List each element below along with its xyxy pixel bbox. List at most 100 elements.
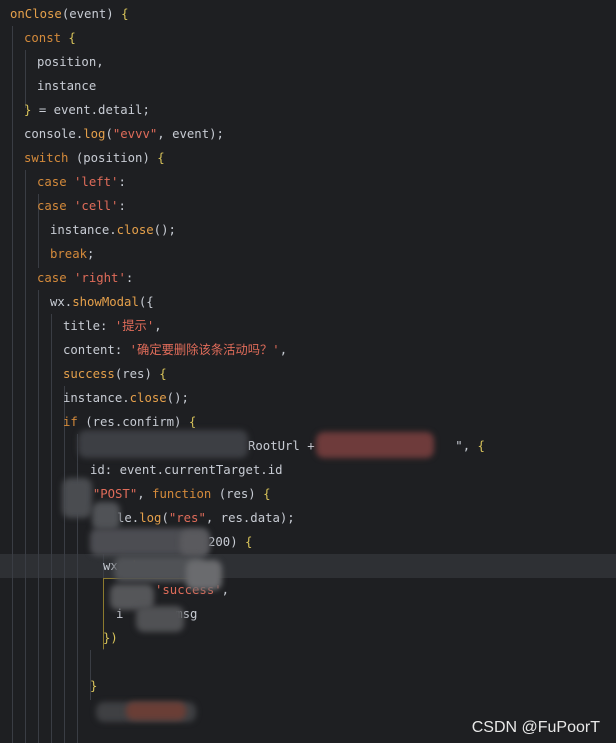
code-token: "POST" (92, 487, 138, 501)
code-line: instance.close(); (0, 218, 616, 242)
code-token: ( (105, 127, 113, 141)
code-line: title: '提示', (0, 314, 616, 338)
code-token: { (477, 439, 485, 453)
code-token: { (157, 151, 165, 165)
code-line: instance.close(); (0, 386, 616, 410)
code-token: "res" (168, 511, 206, 525)
code-token: (); (166, 391, 189, 405)
code-line: onClose(event) { (0, 2, 616, 26)
code-token: , res.data); (205, 511, 295, 525)
code-token: "evvv" (112, 127, 158, 141)
code-line: console.log("evvv", event); (0, 122, 616, 146)
code-token: const (24, 31, 69, 45)
code-token: case (37, 271, 75, 285)
code-token: 200) (208, 535, 246, 549)
redacted-blur (62, 478, 92, 518)
code-token: , (154, 319, 162, 333)
code-token: { (121, 7, 129, 21)
code-line: }) (0, 626, 616, 650)
code-token: 'right' (74, 271, 126, 285)
code-token: { (188, 415, 197, 429)
code-token: t.currentTarget.id (149, 463, 283, 477)
code-token: (res.confirm) (85, 415, 189, 429)
code-token: le. (117, 511, 140, 525)
code-token: '确定要删除该条活动吗？' (129, 343, 280, 357)
code-token: break (50, 247, 88, 261)
code-token: ({ (138, 295, 154, 309)
code-line: 'success', (0, 578, 616, 602)
code-token: success (63, 367, 115, 381)
code-line: } (0, 674, 616, 698)
code-token: showModal (72, 295, 139, 309)
code-token: instance (37, 79, 97, 93)
code-token: case (37, 175, 75, 189)
redacted-blur (78, 430, 248, 458)
code-token: function (152, 487, 219, 501)
code-token: title: (63, 319, 115, 333)
code-token: instance. (63, 391, 130, 405)
code-token: ( (161, 511, 169, 525)
code-line: case 'right': (0, 266, 616, 290)
code-line: } = event.detail; (0, 98, 616, 122)
code-line: i .msg (0, 602, 616, 626)
code-token: log (139, 511, 162, 525)
code-token: = event.detail; (38, 103, 150, 117)
code-token: (); (153, 223, 176, 237)
code-token: id: even (90, 463, 150, 477)
code-token: log (83, 127, 106, 141)
code-token: 'left' (74, 175, 119, 189)
code-line: position, (0, 50, 616, 74)
code-token: if (63, 415, 86, 429)
code-token: { (245, 535, 253, 549)
code-line: break; (0, 242, 616, 266)
code-line: success(res) { (0, 362, 616, 386)
code-token: onClose (10, 7, 62, 21)
code-line: id: event.currentTarget.id (0, 458, 616, 482)
code-line: case 'left': (0, 170, 616, 194)
code-token: case (37, 199, 75, 213)
code-token: : (125, 271, 134, 285)
code-token: 'cell' (74, 199, 119, 213)
redacted-blur (92, 502, 120, 530)
code-token: , (221, 583, 230, 597)
redacted-blur (136, 606, 184, 632)
code-token: (position) (75, 151, 158, 165)
code-token: : (118, 175, 126, 189)
code-token: { (263, 487, 271, 501)
code-line: switch (position) { (0, 146, 616, 170)
code-token: content: (63, 343, 130, 357)
code-editor[interactable]: onClose(event) {const {position, instance… (0, 0, 616, 743)
code-token: instance. (50, 223, 117, 237)
code-line: wx.show (0, 554, 616, 578)
code-token: switch (24, 151, 76, 165)
code-token: wx. (50, 295, 73, 309)
code-token: (event) (61, 7, 122, 21)
code-token: position, (37, 55, 104, 69)
code-token: close (129, 391, 167, 405)
code-token: { (68, 31, 76, 45)
code-token: : (118, 199, 126, 213)
watermark: CSDN @FuPoorT (471, 719, 600, 736)
redacted-blur (186, 560, 222, 590)
code-token: } (24, 103, 39, 117)
code-line: wx.showModal({ (0, 290, 616, 314)
code-line: content: '确定要删除该条活动吗？', (0, 338, 616, 362)
code-token: console. (24, 127, 84, 141)
redacted-blur (316, 432, 434, 458)
redacted-blur (126, 702, 186, 720)
code-token: ", (455, 439, 478, 453)
redacted-blur (180, 530, 208, 556)
code-token: , event); (157, 127, 224, 141)
code-token: close (116, 223, 154, 237)
code-token: (res) (114, 367, 160, 381)
code-token: '提示' (114, 319, 155, 333)
code-token: } (90, 679, 98, 693)
code-token: , (137, 487, 153, 501)
code-token: , (279, 343, 288, 357)
code-line: case 'cell': (0, 194, 616, 218)
code-token: { (159, 367, 167, 381)
code-token: ; (87, 247, 95, 261)
code-token: (res) (218, 487, 264, 501)
code-line: "POST", function (res) { (0, 482, 616, 506)
